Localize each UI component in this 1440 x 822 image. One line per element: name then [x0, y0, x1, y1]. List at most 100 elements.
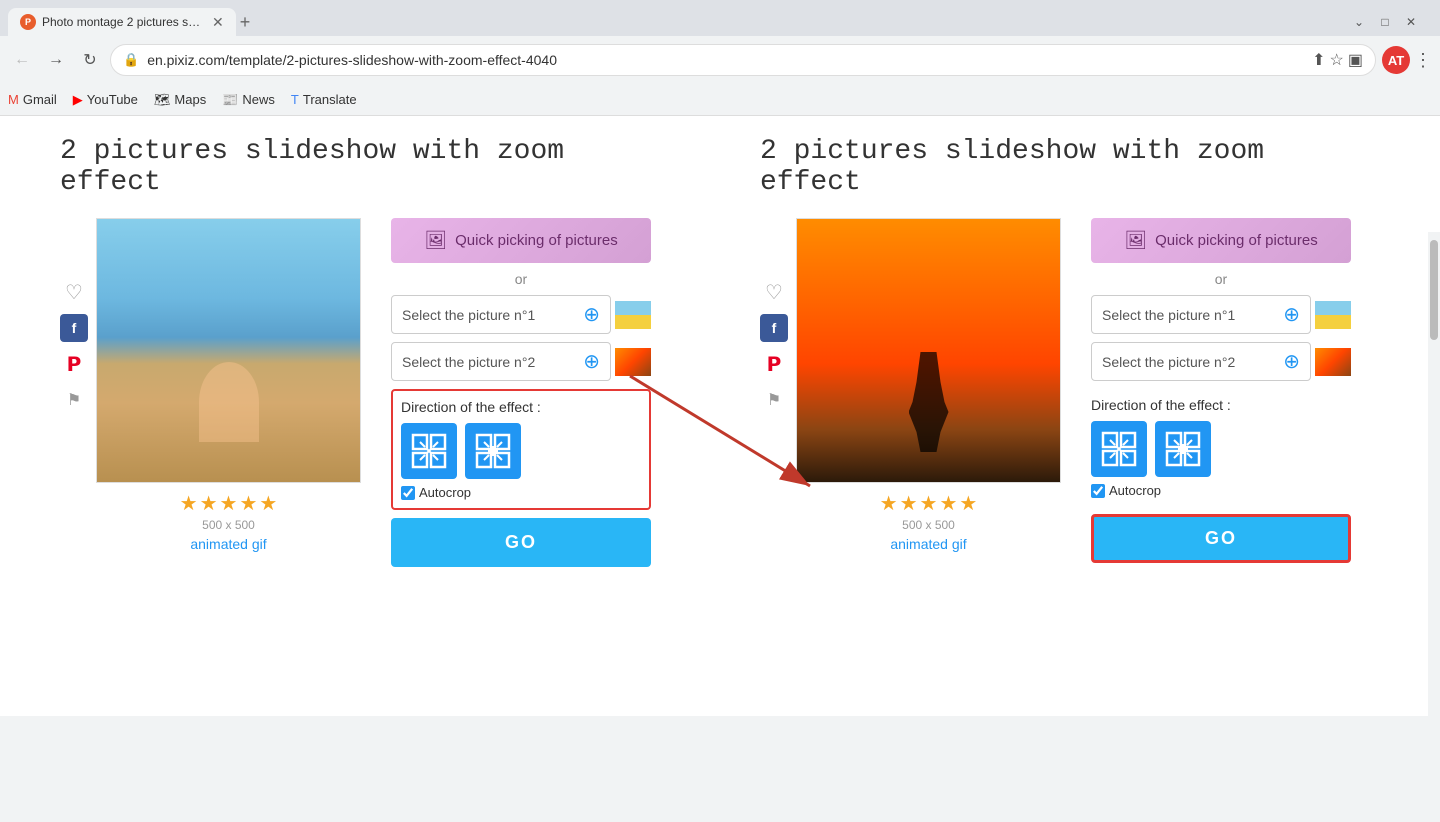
nav-extras: AT ⋮	[1382, 46, 1432, 74]
right-rating: ★ ★ ★ ★ ★	[796, 491, 1061, 516]
back-button[interactable]: ←	[8, 46, 36, 74]
bookmark-gmail[interactable]: M Gmail	[8, 92, 57, 107]
left-pic1-thumbnail	[615, 301, 651, 329]
close-button[interactable]: ✕	[1398, 13, 1424, 31]
bookmark-maps[interactable]: 🗺 Maps	[154, 92, 206, 108]
address-bar[interactable]: 🔒 en.pixiz.com/template/2-pictures-slide…	[110, 44, 1376, 76]
left-autocrop-label: Autocrop	[419, 485, 471, 500]
left-or-text: or	[391, 271, 651, 287]
left-controls: 🖼 Quick picking of pictures or Select th…	[391, 218, 651, 567]
right-pic1-thumbnail	[1315, 301, 1351, 329]
maps-icon: 🗺	[154, 92, 171, 108]
right-direction-area: Direction of the effect :	[1091, 389, 1351, 506]
left-quick-pick-button[interactable]: 🖼 Quick picking of pictures	[391, 218, 651, 263]
left-animated-gif-link[interactable]: animated gif	[96, 536, 361, 552]
left-pinterest-button[interactable]: 𝗣	[60, 350, 88, 378]
right-size-text: 500 x 500	[796, 518, 1061, 532]
left-section-title: 2 pictures slideshow with zoom effect	[60, 136, 680, 198]
split-view-icon[interactable]: ▣	[1348, 50, 1363, 70]
right-animated-gif-link[interactable]: animated gif	[796, 536, 1061, 552]
forward-button[interactable]: →	[42, 46, 70, 74]
left-direction-label: Direction of the effect :	[401, 399, 641, 415]
right-select-pic2-button[interactable]: Select the picture n°2 ⊕	[1091, 342, 1311, 381]
left-autocrop-checkbox[interactable]	[401, 486, 415, 500]
bookmarks-bar: M Gmail ▶ YouTube 🗺 Maps 📰 News T Transl…	[0, 84, 1440, 116]
bookmark-youtube[interactable]: ▶ YouTube	[73, 92, 138, 108]
scrollbar-track[interactable]	[1428, 232, 1440, 822]
left-zoom-in-button[interactable]	[401, 423, 457, 479]
right-autocrop-row: Autocrop	[1091, 483, 1351, 498]
minimize-button[interactable]: ⌄	[1346, 13, 1372, 31]
left-direction-buttons	[401, 423, 641, 479]
right-quick-pick-button[interactable]: 🖼 Quick picking of pictures	[1091, 218, 1351, 263]
right-zoom-out-icon	[1165, 431, 1201, 467]
maximize-button[interactable]: □	[1372, 13, 1398, 31]
right-pinterest-button[interactable]: 𝗣	[760, 350, 788, 378]
lock-icon: 🔒	[123, 52, 139, 68]
right-direction-buttons	[1091, 421, 1351, 477]
right-autocrop-checkbox[interactable]	[1091, 484, 1105, 498]
right-quick-pick-icon: 🖼	[1124, 230, 1147, 251]
active-tab[interactable]: P Photo montage 2 pictures slides... ✕	[8, 8, 236, 36]
right-add-pic2-icon[interactable]: ⊕	[1283, 349, 1300, 374]
right-zoom-in-button[interactable]	[1091, 421, 1147, 477]
translate-icon: T	[291, 92, 299, 107]
left-flag-button[interactable]: ⚑	[60, 386, 88, 414]
news-icon: 📰	[222, 92, 238, 108]
bookmark-icon[interactable]: ☆	[1330, 50, 1344, 70]
left-template-section: 2 pictures slideshow with zoom effect ♡ …	[60, 136, 680, 597]
tab-close-button[interactable]: ✕	[212, 14, 224, 31]
right-add-pic1-icon[interactable]: ⊕	[1283, 302, 1300, 327]
zoom-in-icon	[411, 433, 447, 469]
left-heart-button[interactable]: ♡	[60, 278, 88, 306]
right-autocrop-label: Autocrop	[1109, 483, 1161, 498]
right-preview-image	[796, 218, 1061, 483]
tab-favicon: P	[20, 14, 36, 30]
user-avatar[interactable]: AT	[1382, 46, 1410, 74]
right-facebook-button[interactable]: f	[760, 314, 788, 342]
tab-title: Photo montage 2 pictures slides...	[42, 15, 202, 29]
right-section-title: 2 pictures slideshow with zoom effect	[760, 136, 1380, 198]
address-actions: ⬆ ☆ ▣	[1312, 50, 1363, 70]
left-size-text: 500 x 500	[96, 518, 361, 532]
refresh-button[interactable]: ↻	[76, 46, 104, 74]
left-zoom-out-button[interactable]	[465, 423, 521, 479]
left-preview-container: ★ ★ ★ ★ ★ 500 x 500 animated gif	[96, 218, 361, 552]
quick-pick-icon: 🖼	[424, 230, 447, 251]
left-select-pic1-row: Select the picture n°1 ⊕	[391, 295, 651, 334]
bookmark-news[interactable]: 📰 News	[222, 92, 275, 108]
right-zoom-in-icon	[1101, 431, 1137, 467]
left-rating: ★ ★ ★ ★ ★	[96, 491, 361, 516]
right-social-sidebar: ♡ f 𝗣 ⚑	[760, 218, 788, 552]
right-go-button[interactable]: GO	[1091, 514, 1351, 563]
left-facebook-button[interactable]: f	[60, 314, 88, 342]
share-icon[interactable]: ⬆	[1312, 50, 1325, 70]
right-select-pic1-button[interactable]: Select the picture n°1 ⊕	[1091, 295, 1311, 334]
left-select-pic2-button[interactable]: Select the picture n°2 ⊕	[391, 342, 611, 381]
right-preview-area: ♡ f 𝗣 ⚑	[760, 218, 1061, 552]
left-pic2-thumbnail	[615, 348, 651, 376]
menu-button[interactable]: ⋮	[1414, 50, 1432, 71]
right-heart-button[interactable]: ♡	[760, 278, 788, 306]
bookmark-translate[interactable]: T Translate	[291, 92, 357, 107]
right-controls: 🖼 Quick picking of pictures or Select th…	[1091, 218, 1351, 563]
youtube-icon: ▶	[73, 92, 83, 108]
left-select-pic2-row: Select the picture n°2 ⊕	[391, 342, 651, 381]
right-select-pic2-row: Select the picture n°2 ⊕	[1091, 342, 1351, 381]
right-direction-label: Direction of the effect :	[1091, 397, 1351, 413]
right-pic2-thumbnail	[1315, 348, 1351, 376]
left-add-pic1-icon[interactable]: ⊕	[583, 302, 600, 327]
left-social-sidebar: ♡ f 𝗣 ⚑	[60, 218, 88, 552]
left-go-button[interactable]: GO	[391, 518, 651, 567]
right-or-text: or	[1091, 271, 1351, 287]
right-zoom-out-button[interactable]	[1155, 421, 1211, 477]
right-preview-container: ★ ★ ★ ★ ★ 500 x 500 animated gif	[796, 218, 1061, 552]
left-select-pic1-button[interactable]: Select the picture n°1 ⊕	[391, 295, 611, 334]
new-tab-button[interactable]: +	[240, 12, 251, 33]
url-text: en.pixiz.com/template/2-pictures-slidesh…	[147, 52, 1304, 68]
right-flag-button[interactable]: ⚑	[760, 386, 788, 414]
right-template-section: 2 pictures slideshow with zoom effect ♡ …	[760, 136, 1380, 597]
scrollbar-thumb[interactable]	[1430, 240, 1438, 340]
left-add-pic2-icon[interactable]: ⊕	[583, 349, 600, 374]
gmail-icon: M	[8, 92, 19, 107]
